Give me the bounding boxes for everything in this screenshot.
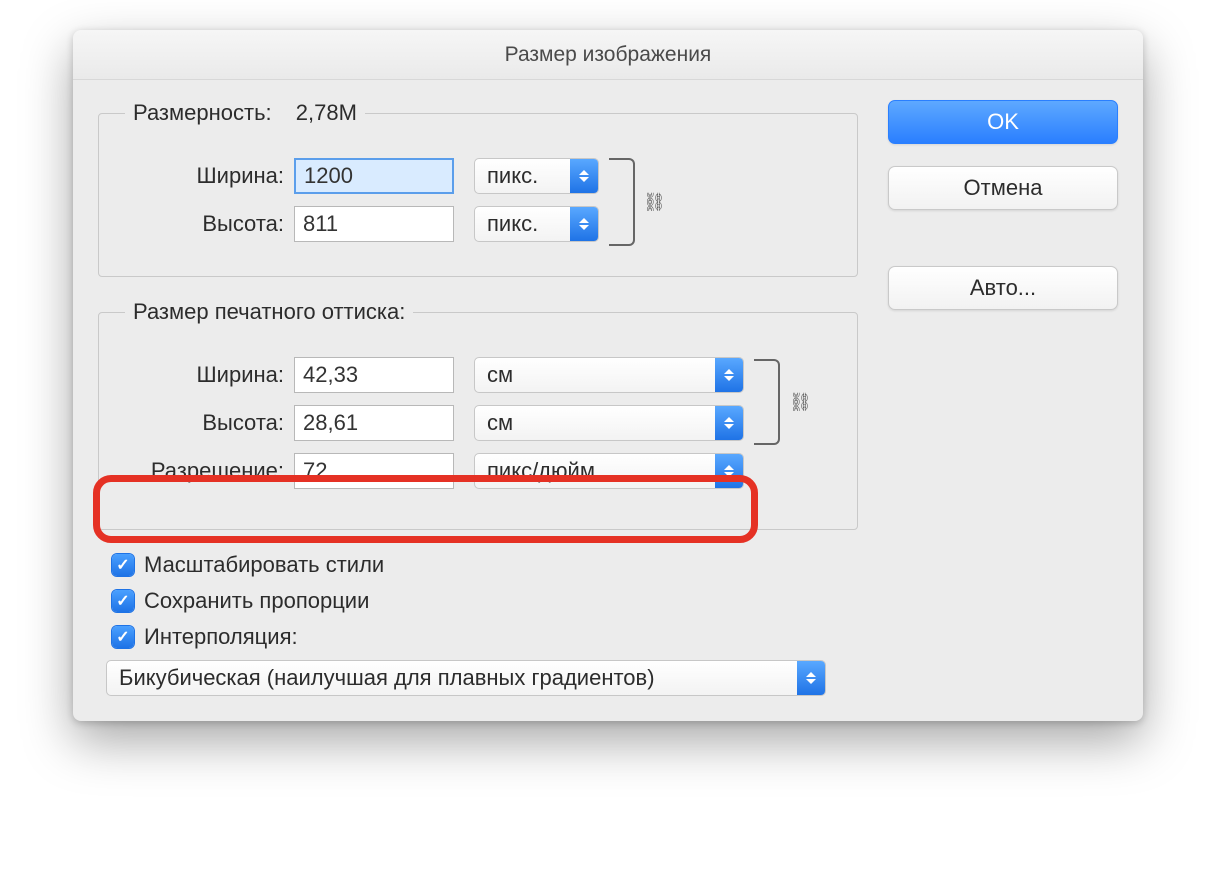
- print-height-unit-value: см: [487, 410, 513, 436]
- pixel-width-label: Ширина:: [119, 163, 294, 189]
- pixel-legend-value: 2,78M: [278, 100, 357, 125]
- constrain-row[interactable]: ✓ Сохранить пропорции: [112, 588, 858, 614]
- pixel-dimensions-group: Размерность: 2,78M Ширина: пикс. Высота:: [98, 100, 858, 277]
- scale-styles-row[interactable]: ✓ Масштабировать стили: [112, 552, 858, 578]
- scale-styles-label: Масштабировать стили: [144, 552, 384, 578]
- resample-row[interactable]: ✓ Интерполяция:: [112, 624, 858, 650]
- print-link-bracket: [754, 359, 780, 445]
- print-height-input[interactable]: [294, 405, 454, 441]
- pixel-height-unit-select[interactable]: пикс.: [474, 206, 599, 242]
- auto-button[interactable]: Авто...: [888, 266, 1118, 310]
- updown-icon: [570, 159, 598, 193]
- constrain-label: Сохранить пропорции: [144, 588, 369, 614]
- print-width-unit-value: см: [487, 362, 513, 388]
- image-size-dialog: Размер изображения Размерность: 2,78M Ши…: [73, 30, 1143, 721]
- resolution-input[interactable]: [294, 453, 454, 489]
- resample-method-select[interactable]: Бикубическая (наилучшая для плавных град…: [106, 660, 826, 696]
- pixel-width-unit-select[interactable]: пикс.: [474, 158, 599, 194]
- resolution-row: Разрешение: пикс/дюйм: [119, 453, 837, 489]
- resolution-unit-value: пикс/дюйм: [487, 458, 595, 484]
- pixel-height-row: Высота: пикс.: [119, 206, 837, 242]
- left-column: Размерность: 2,78M Ширина: пикс. Высота:: [98, 100, 858, 696]
- print-height-unit-select[interactable]: см: [474, 405, 744, 441]
- print-height-label: Высота:: [119, 410, 294, 436]
- updown-icon: [570, 207, 598, 241]
- checkbox-checked-icon: ✓: [112, 554, 134, 576]
- ok-button[interactable]: OK: [888, 100, 1118, 144]
- resample-label: Интерполяция:: [144, 624, 298, 650]
- link-icon: ⛓: [789, 392, 812, 413]
- updown-icon: [715, 406, 743, 440]
- checkbox-checked-icon: ✓: [112, 626, 134, 648]
- link-icon: ⛓: [643, 192, 666, 213]
- updown-icon: [797, 661, 825, 695]
- updown-icon: [715, 358, 743, 392]
- dialog-content: Размерность: 2,78M Ширина: пикс. Высота:: [73, 80, 1143, 721]
- print-legend: Размер печатного оттиска:: [125, 299, 413, 325]
- print-width-unit-select[interactable]: см: [474, 357, 744, 393]
- pixel-width-unit-value: пикс.: [487, 163, 538, 189]
- right-column: OK Отмена Авто...: [858, 100, 1118, 696]
- resample-method-value: Бикубическая (наилучшая для плавных град…: [119, 665, 655, 691]
- resolution-label: Разрешение:: [119, 458, 294, 484]
- print-height-row: Высота: см: [119, 405, 837, 441]
- pixel-legend: Размерность: 2,78M: [125, 100, 365, 126]
- pixel-legend-label: Размерность:: [133, 100, 272, 125]
- print-width-row: Ширина: см: [119, 357, 837, 393]
- pixel-height-unit-value: пикс.: [487, 211, 538, 237]
- pixel-width-row: Ширина: пикс.: [119, 158, 837, 194]
- pixel-link-bracket: [609, 158, 635, 246]
- pixel-height-input[interactable]: [294, 206, 454, 242]
- cancel-button[interactable]: Отмена: [888, 166, 1118, 210]
- print-width-label: Ширина:: [119, 362, 294, 388]
- checkbox-checked-icon: ✓: [112, 590, 134, 612]
- print-width-input[interactable]: [294, 357, 454, 393]
- document-size-group: Размер печатного оттиска: Ширина: см Выс…: [98, 299, 858, 530]
- dialog-title: Размер изображения: [73, 30, 1143, 80]
- pixel-width-input[interactable]: [294, 158, 454, 194]
- pixel-height-label: Высота:: [119, 211, 294, 237]
- updown-icon: [715, 454, 743, 488]
- resolution-unit-select[interactable]: пикс/дюйм: [474, 453, 744, 489]
